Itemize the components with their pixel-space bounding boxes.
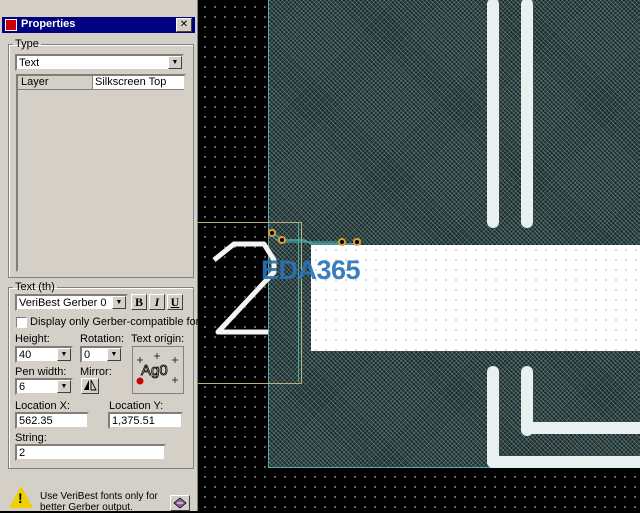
chevron-down-icon[interactable]: ▼ — [57, 348, 71, 361]
copper-trace[interactable] — [487, 366, 499, 468]
drill-hole[interactable] — [338, 238, 346, 246]
svg-text:Ag0: Ag0 — [141, 362, 168, 379]
type-select-value: Text — [19, 57, 40, 69]
pen-width-value: 6 — [19, 381, 26, 393]
copper-trace[interactable] — [487, 0, 499, 228]
height-label: Height: — [15, 333, 50, 345]
pen-width-label: Pen width: — [15, 366, 67, 378]
gerber-only-checkbox[interactable] — [16, 317, 27, 328]
drill-hole[interactable] — [268, 229, 276, 237]
warning-text: Use VeriBest fonts only for better Gerbe… — [40, 491, 158, 513]
type-select[interactable]: Text ▼ — [15, 54, 184, 71]
height-select[interactable]: 40 ▼ — [15, 346, 73, 363]
copper-trace[interactable] — [487, 456, 640, 468]
bold-button[interactable]: B — [131, 294, 147, 310]
help-button[interactable] — [170, 495, 190, 511]
drill-hole[interactable] — [278, 236, 286, 244]
mirror-icon — [84, 379, 97, 391]
watermark-logo: EDA365 — [261, 255, 361, 285]
copper-pour[interactable] — [311, 245, 640, 351]
mirror-label: Mirror: — [80, 366, 112, 378]
copper-trace[interactable] — [521, 0, 533, 228]
string-label: String: — [15, 432, 47, 444]
close-icon: ✕ — [179, 19, 189, 30]
text-origin-picker[interactable]: Ag0 — [132, 346, 184, 394]
help-icon — [173, 497, 187, 509]
rotation-label: Rotation: — [80, 333, 125, 345]
mirror-button[interactable] — [81, 378, 99, 394]
close-button[interactable]: ✕ — [176, 18, 192, 32]
text-origin-label: Text origin: — [131, 333, 185, 345]
location-x-value: 562.35 — [19, 415, 53, 427]
string-value: 2 — [19, 447, 26, 459]
font-select[interactable]: VeriBest Gerber 0 ▼ — [15, 294, 128, 311]
underline-button[interactable]: U — [167, 294, 183, 310]
location-x-input[interactable]: 562.35 — [15, 412, 89, 429]
layer-table: Layer Silkscreen Top — [16, 74, 186, 272]
string-input[interactable]: 2 — [15, 444, 166, 461]
location-y-label: Location Y: — [109, 400, 164, 412]
window-title: Properties — [21, 18, 76, 30]
type-group-label: Type — [15, 38, 39, 50]
title-bar[interactable]: Properties ✕ — [2, 17, 195, 33]
italic-button[interactable]: I — [149, 294, 165, 310]
rotation-value: 0 — [84, 349, 91, 361]
layer-key: Layer — [18, 76, 93, 90]
location-x-label: Location X: — [15, 400, 71, 412]
rotation-select[interactable]: 0 ▼ — [80, 346, 123, 363]
warning-icon-mark: ! — [18, 490, 23, 506]
copper-trace[interactable] — [521, 422, 640, 434]
font-select-value: VeriBest Gerber 0 — [19, 297, 107, 309]
location-y-input[interactable]: 1,375.51 — [108, 412, 183, 429]
text-group-label: Text (th) — [15, 281, 55, 293]
pcb-canvas[interactable]: EDA365 — [198, 0, 640, 511]
height-value: 40 — [19, 349, 32, 361]
layer-value[interactable]: Silkscreen Top — [93, 76, 184, 90]
chevron-down-icon[interactable]: ▼ — [168, 56, 182, 69]
gerber-only-label: Display only Gerber-compatible fonts — [30, 316, 211, 328]
chevron-down-icon[interactable]: ▼ — [107, 348, 121, 361]
chevron-down-icon[interactable]: ▼ — [112, 296, 126, 309]
table-row[interactable]: Layer Silkscreen Top — [18, 76, 184, 90]
pen-width-select[interactable]: 6 ▼ — [15, 378, 73, 395]
app-icon — [5, 19, 17, 31]
location-y-value: 1,375.51 — [112, 415, 155, 427]
text-origin-icon: Ag0 — [136, 353, 178, 385]
chevron-down-icon[interactable]: ▼ — [57, 380, 71, 393]
properties-panel: Properties ✕ Type Text ▼ Layer Silkscree… — [0, 0, 210, 513]
drill-hole[interactable] — [353, 238, 361, 246]
